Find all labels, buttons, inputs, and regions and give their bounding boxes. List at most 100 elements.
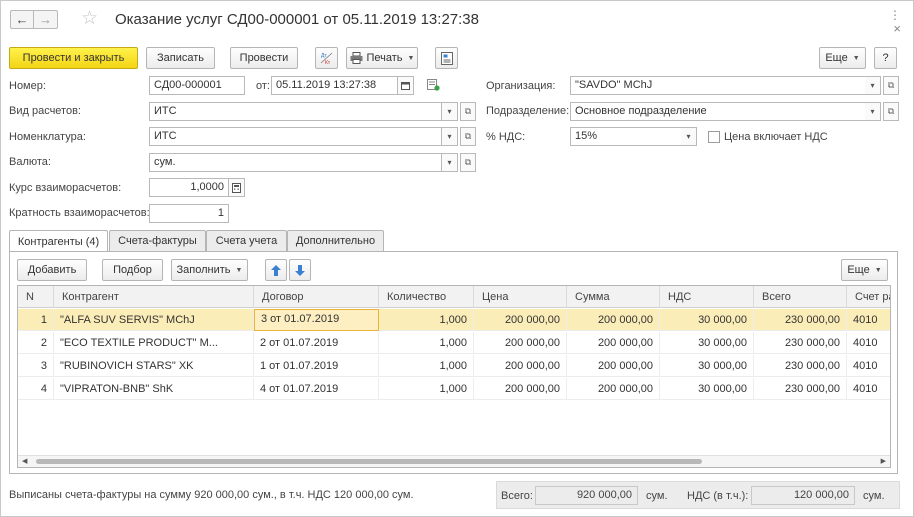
- counterparty-cell[interactable]: "ALFA SUV SERVIS" MChJ: [54, 309, 254, 331]
- price-cell[interactable]: 200 000,00: [474, 378, 567, 400]
- column-header-contract[interactable]: Договор: [254, 286, 379, 308]
- division-dropdown-button[interactable]: ▾: [865, 102, 881, 121]
- column-header-quantity[interactable]: Количество: [379, 286, 474, 308]
- division-field[interactable]: Основное подразделение: [570, 102, 866, 121]
- vat-cell[interactable]: 30 000,00: [660, 355, 754, 377]
- contract-cell[interactable]: 4 от 01.07.2019: [254, 378, 379, 400]
- nomenclature-field[interactable]: ИТС: [149, 127, 442, 146]
- organization-field[interactable]: "SAVDO" MChJ: [570, 76, 866, 95]
- table-row[interactable]: 1 "ALFA SUV SERVIS" MChJ 3 от 01.07.2019…: [18, 309, 890, 331]
- close-icon[interactable]: ×: [889, 22, 901, 35]
- column-header-sum[interactable]: Сумма: [567, 286, 660, 308]
- back-button[interactable]: ←: [10, 10, 34, 29]
- sum-cell[interactable]: 200 000,00: [567, 309, 660, 331]
- print-button[interactable]: Печать ▼: [346, 47, 418, 69]
- contract-cell[interactable]: 1 от 01.07.2019: [254, 355, 379, 377]
- tab-counterparties[interactable]: Контрагенты (4): [9, 230, 108, 252]
- multiplicity-field[interactable]: 1: [149, 204, 229, 223]
- table-row[interactable]: 4 "VIPRATON-BNB" ShK 4 от 01.07.2019 1,0…: [18, 378, 890, 400]
- account-cell[interactable]: 4010: [847, 309, 890, 331]
- scroll-right-icon[interactable]: ▶: [881, 457, 886, 465]
- row-number: 4: [18, 378, 54, 400]
- tab-additional[interactable]: Дополнительно: [287, 230, 384, 251]
- vat-cell[interactable]: 30 000,00: [660, 309, 754, 331]
- scrollbar-thumb[interactable]: [36, 459, 702, 464]
- calc-type-dropdown-button[interactable]: ▾: [442, 102, 458, 121]
- more-icon[interactable]: ⋮: [889, 9, 901, 21]
- column-header-n[interactable]: N: [18, 286, 54, 308]
- vat-dropdown-button[interactable]: ▾: [681, 127, 697, 146]
- account-cell[interactable]: 4010: [847, 378, 890, 400]
- vat-included-checkbox[interactable]: [708, 131, 720, 143]
- forward-button[interactable]: →: [34, 10, 58, 29]
- post-button[interactable]: Провести: [230, 47, 298, 69]
- price-cell[interactable]: 200 000,00: [474, 309, 567, 331]
- help-button[interactable]: ?: [874, 47, 897, 69]
- vat-field[interactable]: 15%: [570, 127, 682, 146]
- account-cell[interactable]: 4010: [847, 332, 890, 354]
- column-header-vat[interactable]: НДС: [660, 286, 754, 308]
- horizontal-scrollbar[interactable]: ◀ ▶: [18, 455, 890, 467]
- sum-cell[interactable]: 200 000,00: [567, 378, 660, 400]
- more-button[interactable]: Еще ▼: [819, 47, 866, 69]
- counterparty-cell[interactable]: "ECO TEXTILE PRODUCT" M...: [54, 332, 254, 354]
- calc-type-open-button[interactable]: ⧉: [460, 102, 476, 121]
- price-cell[interactable]: 200 000,00: [474, 355, 567, 377]
- fill-label: Заполнить: [176, 264, 231, 276]
- window-controls: ⋮ ×: [889, 9, 901, 35]
- fill-button[interactable]: Заполнить ▼: [171, 259, 248, 281]
- contract-cell[interactable]: 2 от 01.07.2019: [254, 332, 379, 354]
- total-cell[interactable]: 230 000,00: [754, 355, 847, 377]
- document-window: ← → ☆ Оказание услуг СД00-000001 от 05.1…: [0, 0, 914, 517]
- vat-cell[interactable]: 30 000,00: [660, 378, 754, 400]
- sum-cell[interactable]: 200 000,00: [567, 332, 660, 354]
- price-cell[interactable]: 200 000,00: [474, 332, 567, 354]
- column-header-total[interactable]: Всего: [754, 286, 847, 308]
- select-button[interactable]: Подбор: [102, 259, 163, 281]
- column-header-price[interactable]: Цена: [474, 286, 567, 308]
- organization-dropdown-button[interactable]: ▾: [865, 76, 881, 95]
- counterparty-cell[interactable]: "RUBINOVICH STARS" XK: [54, 355, 254, 377]
- dtkt-report-button[interactable]: Дт Кт: [315, 47, 338, 69]
- nomenclature-dropdown-button[interactable]: ▾: [442, 127, 458, 146]
- rate-field[interactable]: 1,0000: [149, 178, 229, 197]
- save-button[interactable]: Записать: [146, 47, 215, 69]
- total-cell[interactable]: 230 000,00: [754, 309, 847, 331]
- quantity-cell[interactable]: 1,000: [379, 309, 474, 331]
- calendar-button[interactable]: [398, 76, 414, 95]
- sum-cell[interactable]: 200 000,00: [567, 355, 660, 377]
- table-more-button[interactable]: Еще ▼: [841, 259, 888, 281]
- counterparty-cell[interactable]: "VIPRATON-BNB" ShK: [54, 378, 254, 400]
- number-field[interactable]: СД00-000001: [149, 76, 245, 95]
- tab-accounts[interactable]: Счета учета: [206, 230, 287, 251]
- quantity-cell[interactable]: 1,000: [379, 355, 474, 377]
- total-cell[interactable]: 230 000,00: [754, 332, 847, 354]
- currency-field[interactable]: сум.: [149, 153, 442, 172]
- structure-button[interactable]: [435, 47, 458, 69]
- total-cell[interactable]: 230 000,00: [754, 378, 847, 400]
- vat-cell[interactable]: 30 000,00: [660, 332, 754, 354]
- currency-dropdown-button[interactable]: ▾: [442, 153, 458, 172]
- post-and-close-button[interactable]: Провести и закрыть: [9, 47, 138, 69]
- favorite-star-icon[interactable]: ☆: [81, 9, 98, 29]
- table-row[interactable]: 2 "ECO TEXTILE PRODUCT" M... 2 от 01.07.…: [18, 332, 890, 354]
- quantity-cell[interactable]: 1,000: [379, 378, 474, 400]
- move-up-button[interactable]: [265, 259, 287, 281]
- table-row[interactable]: 3 "RUBINOVICH STARS" XK 1 от 01.07.2019 …: [18, 355, 890, 377]
- move-down-button[interactable]: [289, 259, 311, 281]
- rate-calculator-button[interactable]: [229, 178, 245, 197]
- add-row-button[interactable]: Добавить: [17, 259, 87, 281]
- column-header-account[interactable]: Счет ра: [847, 286, 890, 308]
- nomenclature-open-button[interactable]: ⧉: [460, 127, 476, 146]
- tab-invoices[interactable]: Счета-фактуры: [109, 230, 206, 251]
- date-field[interactable]: 05.11.2019 13:27:38: [271, 76, 398, 95]
- contract-cell[interactable]: 3 от 01.07.2019: [254, 309, 379, 331]
- account-cell[interactable]: 4010: [847, 355, 890, 377]
- column-header-counterparty[interactable]: Контрагент: [54, 286, 254, 308]
- quantity-cell[interactable]: 1,000: [379, 332, 474, 354]
- scroll-left-icon[interactable]: ◀: [22, 457, 27, 465]
- currency-open-button[interactable]: ⧉: [460, 153, 476, 172]
- division-open-button[interactable]: ⧉: [883, 102, 899, 121]
- organization-open-button[interactable]: ⧉: [883, 76, 899, 95]
- calc-type-field[interactable]: ИТС: [149, 102, 442, 121]
